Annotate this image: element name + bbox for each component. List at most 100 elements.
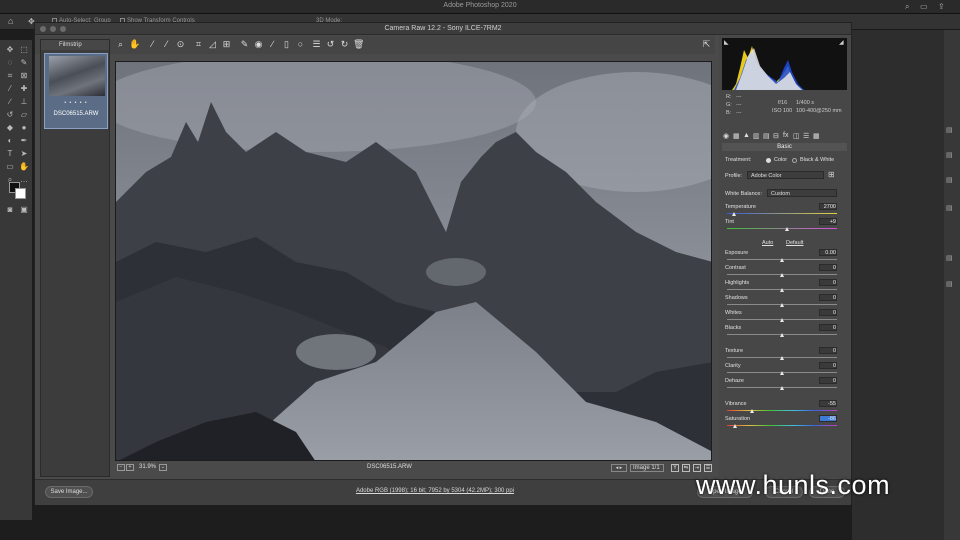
red-eye-icon[interactable]: ◉ <box>253 39 264 50</box>
white-balance-tool-icon[interactable]: ⁄ <box>147 39 158 50</box>
tab-detail-icon[interactable]: ▲ <box>743 132 750 139</box>
spot-removal-icon[interactable]: ✎ <box>239 39 250 50</box>
slider-value-shadows[interactable]: 0 <box>819 294 837 301</box>
hand-icon[interactable]: ✋ <box>18 161 30 172</box>
profile-dropdown[interactable]: Adobe Color <box>747 171 824 179</box>
zoom-in-button[interactable]: + <box>126 464 134 471</box>
slider-value-highlights[interactable]: 0 <box>819 279 837 286</box>
slider-handle-contrast[interactable] <box>780 273 784 277</box>
healing-icon[interactable]: ✚ <box>18 83 30 94</box>
slider-handle-exposure[interactable] <box>780 258 784 262</box>
transform-tool-icon[interactable]: ⊞ <box>221 39 232 50</box>
slider-value-texture[interactable]: 0 <box>819 347 837 354</box>
auto-link[interactable]: Auto <box>762 240 773 246</box>
quick-select-icon[interactable]: ✎ <box>18 57 30 68</box>
graduated-filter-icon[interactable]: ▯ <box>281 39 292 50</box>
rotate-cw-icon[interactable]: ↻ <box>339 39 350 50</box>
eraser-icon[interactable]: ▱ <box>18 109 30 120</box>
before-after-y-icon[interactable]: Y <box>671 464 679 472</box>
filmstrip-thumbnail[interactable]: • • • • • DSC06515.ARW <box>44 53 108 129</box>
crop-tool-icon[interactable]: ⌗ <box>193 39 204 50</box>
color-sampler-icon[interactable]: ⁄ <box>161 39 172 50</box>
quick-mask-icon[interactable]: ◙ <box>4 204 16 215</box>
marquee-icon[interactable]: ⬚ <box>18 44 30 55</box>
share-icon[interactable]: ⇪ <box>938 2 945 11</box>
temperature-slider[interactable] <box>727 213 837 214</box>
temperature-handle[interactable] <box>732 212 736 216</box>
profile-browser-icon[interactable]: ⊞ <box>828 170 835 179</box>
workspace-icon[interactable]: ▭ <box>920 2 928 11</box>
panel-icon[interactable]: ▤ <box>946 254 956 262</box>
slider-track-vibrance[interactable] <box>727 410 837 411</box>
slider-handle-vibrance[interactable] <box>749 409 754 413</box>
tab-basic-icon[interactable]: ◉ <box>723 132 729 140</box>
panel-icon[interactable]: ▤ <box>946 280 956 288</box>
slider-value-blacks[interactable]: 0 <box>819 324 837 331</box>
slider-value-vibrance[interactable]: -55 <box>819 400 837 407</box>
adjustment-brush-icon[interactable]: ∕ <box>267 39 278 50</box>
slider-value-whites[interactable]: 0 <box>819 309 837 316</box>
slider-value-saturation[interactable]: -86 <box>819 415 837 422</box>
panel-icon[interactable]: ▤ <box>946 151 956 159</box>
rectangle-icon[interactable]: ▭ <box>4 161 16 172</box>
history-brush-icon[interactable]: ↺ <box>4 109 16 120</box>
tab-presets-icon[interactable]: ☰ <box>803 132 809 140</box>
brush-icon[interactable]: ∕ <box>4 96 16 107</box>
eyedropper-icon[interactable]: ⁄ <box>4 83 16 94</box>
temperature-value[interactable]: 2700 <box>819 203 837 210</box>
stamp-icon[interactable]: ⊥ <box>18 96 30 107</box>
slider-value-contrast[interactable]: 0 <box>819 264 837 271</box>
blur-icon[interactable]: ● <box>18 122 30 133</box>
path-select-icon[interactable]: ➤ <box>18 148 30 159</box>
default-link[interactable]: Default <box>786 240 803 246</box>
tint-value[interactable]: +9 <box>819 218 837 225</box>
pen-icon[interactable]: ✒ <box>18 135 30 146</box>
tint-handle[interactable] <box>785 227 789 231</box>
dodge-icon[interactable]: ◐ <box>4 135 16 146</box>
highlight-clipping-icon[interactable]: ◢ <box>839 39 844 46</box>
prev-next-image-buttons[interactable]: ◂ ▸ <box>611 464 627 472</box>
slider-handle-whites[interactable] <box>780 318 784 322</box>
frame-icon[interactable]: ⊠ <box>18 70 30 81</box>
slider-track-saturation[interactable] <box>727 425 837 426</box>
tab-split-toning-icon[interactable]: ▤ <box>763 132 770 140</box>
search-icon[interactable]: ⌕ <box>905 2 909 12</box>
tab-calibration-icon[interactable]: ◫ <box>793 132 800 140</box>
tab-tone-curve-icon[interactable]: ▦ <box>733 132 740 140</box>
slider-handle-shadows[interactable] <box>780 303 784 307</box>
fullscreen-icon[interactable]: ⇱ <box>701 39 712 50</box>
slider-handle-saturation[interactable] <box>732 424 737 428</box>
hand-tool-icon[interactable]: ✋ <box>129 39 140 50</box>
color-radio[interactable] <box>766 158 771 163</box>
save-image-button[interactable]: Save Image... <box>45 486 93 498</box>
zoom-level[interactable]: 31.9% <box>139 464 156 470</box>
move-icon[interactable]: ✥ <box>4 44 16 55</box>
zoom-tool-icon[interactable]: ⌕ <box>115 39 126 50</box>
home-icon[interactable]: ⌂ <box>8 16 13 26</box>
slider-handle-clarity[interactable] <box>780 371 784 375</box>
crop-icon[interactable]: ⌗ <box>4 70 16 81</box>
radial-filter-icon[interactable]: ○ <box>295 39 306 50</box>
trash-icon[interactable]: 🗑 <box>353 39 364 50</box>
slider-handle-blacks[interactable] <box>780 333 784 337</box>
tab-effects-icon[interactable]: fx <box>783 132 788 139</box>
lasso-icon[interactable]: ◌ <box>4 57 16 68</box>
rating-stars[interactable]: • • • • • <box>45 100 107 106</box>
slider-handle-highlights[interactable] <box>780 288 784 292</box>
paint-bucket-icon[interactable]: ◆ <box>4 122 16 133</box>
panel-icon[interactable]: ▤ <box>946 176 956 184</box>
slider-handle-texture[interactable] <box>780 356 784 360</box>
rotate-ccw-icon[interactable]: ↺ <box>325 39 336 50</box>
zoom-dropdown-icon[interactable]: ⌄ <box>159 464 167 471</box>
panel-icon[interactable]: ▤ <box>946 126 956 134</box>
targeted-adjustment-icon[interactable]: ⊙ <box>175 39 186 50</box>
image-preview[interactable] <box>115 61 712 461</box>
swap-settings-icon[interactable]: ⇆ <box>682 464 690 472</box>
workflow-options-link[interactable]: Adobe RGB (1998); 16 bit; 7952 by 5304 (… <box>285 488 585 494</box>
straighten-tool-icon[interactable]: ◿ <box>207 39 218 50</box>
white-balance-dropdown[interactable]: Custom <box>767 189 837 197</box>
slider-handle-dehaze[interactable] <box>780 386 784 390</box>
black-white-radio[interactable] <box>792 158 797 163</box>
preferences-icon[interactable]: ☰ <box>311 39 322 50</box>
tab-hsl-icon[interactable]: ▥ <box>753 132 760 140</box>
